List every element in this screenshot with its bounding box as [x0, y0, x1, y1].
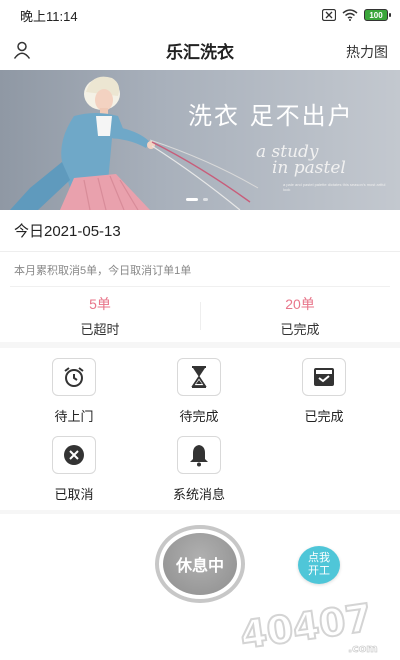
- grid-row-2: 已取消 系统消息: [0, 436, 400, 506]
- grid-item-completed[interactable]: 已完成: [284, 358, 364, 425]
- stat-timeout-label: 已超时: [80, 322, 120, 337]
- grid-item-cancelled[interactable]: 已取消: [34, 436, 114, 503]
- app-header: 乐汇洗衣 热力图: [0, 30, 400, 70]
- grid-label: 已取消: [54, 487, 94, 502]
- grid-item-system-messages[interactable]: 系统消息: [159, 436, 239, 503]
- divider: [10, 286, 390, 287]
- banner-model-image: [10, 76, 259, 210]
- start-work-line2: 开工: [308, 565, 330, 577]
- hourglass-icon: [177, 358, 221, 396]
- cancel-circle-icon: [52, 436, 96, 474]
- grid-item-pending-complete[interactable]: 待完成: [159, 358, 239, 425]
- banner-dot[interactable]: [203, 198, 208, 201]
- section-divider: [0, 510, 400, 514]
- rest-status-button[interactable]: 休息中: [155, 525, 245, 603]
- banner-dots: [186, 198, 208, 201]
- wifi-icon: [342, 9, 358, 21]
- stat-timeout[interactable]: 5单 已超时: [0, 292, 200, 340]
- banner-script-text: a study in pastel: [256, 144, 346, 178]
- banner-carousel[interactable]: 洗衣 足不出户 a study in pastel a pale and pas…: [0, 70, 400, 210]
- alarm-clock-icon: [52, 358, 96, 396]
- grid-row-1: 待上门 待完成 已完成: [0, 358, 400, 428]
- banner-headline: 洗衣 足不出户: [188, 102, 354, 130]
- profile-icon[interactable]: [12, 40, 32, 60]
- grid-label: 系统消息: [172, 487, 225, 502]
- rest-status-label: 休息中: [163, 533, 237, 595]
- banner-dot-active[interactable]: [186, 198, 198, 201]
- grid-item-pending-pickup[interactable]: 待上门: [34, 358, 114, 425]
- svg-text:.com: .com: [348, 642, 378, 655]
- heatmap-link[interactable]: 热力图: [346, 42, 388, 62]
- status-time: 晚上11:14: [20, 8, 78, 24]
- stat-completed[interactable]: 20单 已完成: [200, 292, 400, 340]
- cancel-summary: 本月累积取消5单，今日取消订单1单: [14, 265, 192, 277]
- status-bar: 晚上11:14 100: [0, 0, 400, 30]
- stat-timeout-number: 5单: [89, 296, 111, 312]
- banner-fine-print: a pale and pastel palette dictates this …: [283, 182, 386, 192]
- start-work-line1: 点我: [308, 552, 330, 564]
- stat-completed-number: 20单: [285, 296, 315, 312]
- status-icons: 100: [322, 9, 391, 21]
- grid-label: 待上门: [54, 409, 94, 424]
- stat-completed-label: 已完成: [280, 322, 320, 337]
- grid-label: 已完成: [304, 409, 344, 424]
- inbox-check-icon: [302, 358, 346, 396]
- banner-script-line2: in pastel: [272, 158, 346, 178]
- start-work-button[interactable]: 点我 开工: [298, 546, 340, 584]
- page-title: 乐汇洗衣: [166, 42, 234, 62]
- today-date: 今日2021-05-13: [0, 210, 400, 252]
- grid-label: 待完成: [179, 409, 219, 424]
- watermark-logo: 40407 .com: [237, 596, 379, 656]
- stats-divider: [200, 302, 201, 330]
- battery-icon: 100: [364, 9, 391, 21]
- sim-x-icon: [322, 9, 336, 21]
- section-divider: [0, 342, 400, 348]
- bell-icon: [177, 436, 221, 474]
- stats-row: 5单 已超时 20单 已完成: [0, 292, 400, 340]
